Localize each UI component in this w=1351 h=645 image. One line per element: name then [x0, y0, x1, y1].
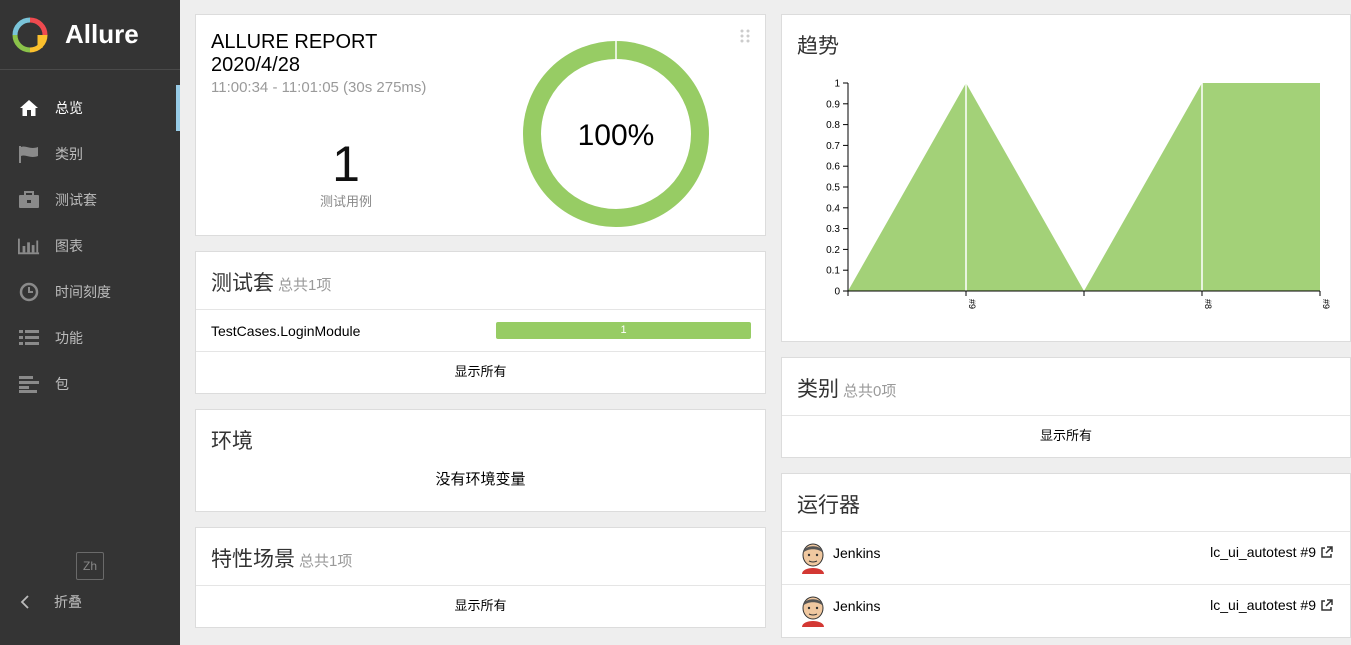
report-date: 2020/4/28: [211, 54, 300, 76]
home-icon: [18, 97, 40, 119]
sidebar-item-suites[interactable]: 测试套: [0, 177, 180, 223]
test-count: 1: [332, 136, 360, 192]
trend-x-tick-label: #9: [967, 299, 977, 309]
test-count-label: 测试用例: [319, 194, 372, 209]
trend-y-tick-label: 0.3: [826, 224, 840, 235]
drag-handle-icon[interactable]: [740, 29, 750, 43]
sidebar-item-label: 包: [55, 376, 69, 392]
suite-name: TestCases.LoginModule: [211, 322, 361, 339]
summary-widget: ALLURE REPORT 2020/4/28 11:00:34 - 11:01…: [195, 14, 766, 236]
trend-y-tick-label: 0.8: [826, 120, 840, 131]
executor-name: Jenkins: [833, 545, 881, 561]
executor-name: Jenkins: [833, 598, 881, 614]
trend-x-tick-label: #8: [1203, 299, 1213, 309]
categories-title-text: 类别: [797, 378, 839, 401]
categories-count: 总共0项: [843, 383, 897, 400]
sidebar-item-graphs[interactable]: 图表: [0, 223, 180, 269]
sidebar-item-label: 时间刻度: [55, 284, 111, 300]
executor-row: Jenkins lc_ui_autotest #9: [782, 585, 1350, 638]
brand-name: Allure: [65, 19, 139, 49]
clock-icon: [18, 281, 40, 303]
trend-area: [848, 83, 1320, 291]
allure-logo-icon: [12, 17, 48, 52]
features-title-text: 特性场景: [211, 548, 295, 571]
features-count: 总共1项: [299, 553, 353, 570]
trend-title: 趋势: [797, 35, 839, 58]
suite-status-bar[interactable]: 1: [496, 322, 751, 339]
environment-widget: 环境 没有环境变量: [195, 409, 766, 512]
collapse-label: 折叠: [54, 594, 82, 610]
suites-title: 测试套 总共1项: [196, 252, 765, 310]
suites-show-all-link[interactable]: 显示所有: [196, 352, 765, 392]
environment-title: 环境: [211, 430, 253, 453]
trend-chart[interactable]: 0 0.1 0.2 0.3 0.4 0.5 0.6 0.7 0.8 0.9 1 #9 #8 #9: [792, 79, 1340, 331]
trend-y-tick-label: 0.5: [826, 183, 840, 194]
trend-y-tick-label: 0.9: [826, 99, 840, 110]
features-show-all-link[interactable]: 显示所有: [196, 586, 765, 626]
align-left-icon: [18, 373, 40, 395]
trend-y-tick-label: 0.2: [826, 245, 840, 256]
sidebar-item-label: 类别: [55, 146, 83, 162]
trend-y-tick-label: 0.4: [826, 203, 840, 214]
sidebar-item-packages[interactable]: 包: [0, 361, 180, 407]
suites-widget: 测试套 总共1项 TestCases.LoginModule 1 显示所有: [195, 251, 766, 394]
suites-title-text: 测试套: [211, 272, 274, 295]
suite-row[interactable]: TestCases.LoginModule 1: [196, 310, 765, 352]
trend-y-tick-label: 0.1: [826, 266, 840, 277]
flag-icon: [18, 143, 40, 165]
categories-show-all-link[interactable]: 显示所有: [782, 416, 1350, 456]
trend-y-tick-label: 0: [834, 287, 840, 298]
trend-y-tick-label: 1: [834, 79, 840, 90]
collapse-button[interactable]: 折叠: [20, 592, 82, 612]
pass-percent: 100%: [578, 119, 655, 152]
executor-build-link-text: lc_ui_autotest #9: [1210, 597, 1316, 613]
executor-row: Jenkins lc_ui_autotest #9: [782, 532, 1350, 585]
external-link-icon: [1321, 598, 1333, 611]
pass-rate-donut[interactable]: 100%: [521, 39, 711, 229]
sidebar-item-behaviors[interactable]: 功能: [0, 315, 180, 361]
report-time: 11:00:34 - 11:01:05 (30s 275ms): [211, 79, 427, 96]
executors-widget: 运行器 Jenkins lc_ui_autotest #9 Jenkins lc…: [781, 473, 1351, 638]
sidebar-item-categories[interactable]: 类别: [0, 131, 180, 177]
features-title: 特性场景 总共1项: [196, 528, 765, 586]
jenkins-avatar-icon: [802, 596, 824, 627]
sidebar-item-label: 功能: [55, 330, 83, 346]
environment-empty-message: 没有环境变量: [435, 471, 526, 488]
trend-x-tick-label: #9: [1321, 299, 1331, 309]
report-title-text: ALLURE REPORT: [211, 31, 378, 53]
sidebar-item-label: 图表: [55, 238, 83, 254]
brand[interactable]: Allure: [0, 0, 180, 70]
sidebar-item-label: 测试套: [55, 192, 97, 208]
trend-widget: 趋势 0 0.1 0.2 0.3 0.4 0.5 0.6 0.7 0.8 0.9 1 #9 #8 #9: [781, 14, 1351, 342]
features-widget: 特性场景 总共1项 显示所有: [195, 527, 766, 628]
trend-y-tick-label: 0.6: [826, 162, 840, 173]
language-button[interactable]: Zh: [76, 552, 104, 580]
sidebar-item-label: 总览: [55, 100, 83, 116]
briefcase-icon: [18, 189, 40, 211]
list-icon: [18, 327, 40, 349]
sidebar-item-timeline[interactable]: 时间刻度: [0, 269, 180, 315]
categories-title: 类别 总共0项: [782, 358, 1350, 416]
categories-widget: 类别 总共0项 显示所有: [781, 357, 1351, 458]
chevron-left-icon: [20, 595, 36, 609]
external-link-icon: [1321, 545, 1333, 558]
executor-build-link-text: lc_ui_autotest #9: [1210, 544, 1316, 560]
bar-chart-icon: [18, 235, 40, 257]
sidebar-nav: 总览 类别 测试套 图表 时间刻度 功能 包: [0, 70, 180, 407]
trend-y-tick-label: 0.7: [826, 141, 840, 152]
report-title: ALLURE REPORT 2020/4/28: [211, 31, 377, 77]
executors-title: 运行器: [782, 474, 1350, 532]
suites-count: 总共1项: [278, 277, 332, 294]
jenkins-avatar-icon: [802, 543, 824, 574]
executor-build-link[interactable]: lc_ui_autotest #9: [1210, 597, 1333, 613]
sidebar-item-overview[interactable]: 总览: [0, 85, 180, 131]
sidebar: Allure 总览 类别 测试套 图表 时间刻度 功能 包 Zh 折叠: [0, 0, 180, 645]
executor-build-link[interactable]: lc_ui_autotest #9: [1210, 544, 1333, 560]
